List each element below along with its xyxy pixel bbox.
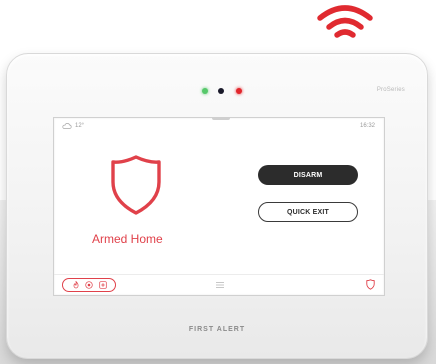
weather-widget[interactable]: 12°	[62, 123, 84, 129]
status-led-green	[202, 88, 208, 94]
status-led-red	[236, 88, 242, 94]
touch-screen: 12° 16:32 Armed Home DISARM QUICK EXIT	[53, 117, 385, 296]
device-brand-label: FIRST ALERT	[188, 326, 246, 333]
cloud-icon	[62, 123, 72, 129]
security-shield-icon[interactable]	[366, 279, 375, 290]
wifi-icon	[317, 5, 373, 38]
medical-icon	[98, 281, 107, 289]
bottom-bar	[54, 275, 384, 297]
armed-shield-icon[interactable]	[110, 154, 162, 216]
fire-icon	[73, 281, 78, 289]
status-bar: 12° 16:32	[54, 118, 384, 132]
device-series-label: ProSeries	[376, 87, 405, 93]
temperature-text: 12°	[75, 123, 85, 129]
police-icon	[85, 281, 93, 289]
emergency-panic-button[interactable]	[62, 278, 116, 292]
arm-state-label: Armed Home	[92, 232, 163, 246]
alarm-panel-device: ProSeries 12° 16:32 Armed Home DISARM QU…	[6, 53, 428, 359]
status-led-camera	[218, 88, 224, 94]
clock-text: 16:32	[359, 123, 375, 129]
quick-exit-button[interactable]: QUICK EXIT	[258, 202, 358, 222]
menu-icon[interactable]	[215, 281, 225, 289]
disarm-button[interactable]: DISARM	[258, 165, 358, 185]
